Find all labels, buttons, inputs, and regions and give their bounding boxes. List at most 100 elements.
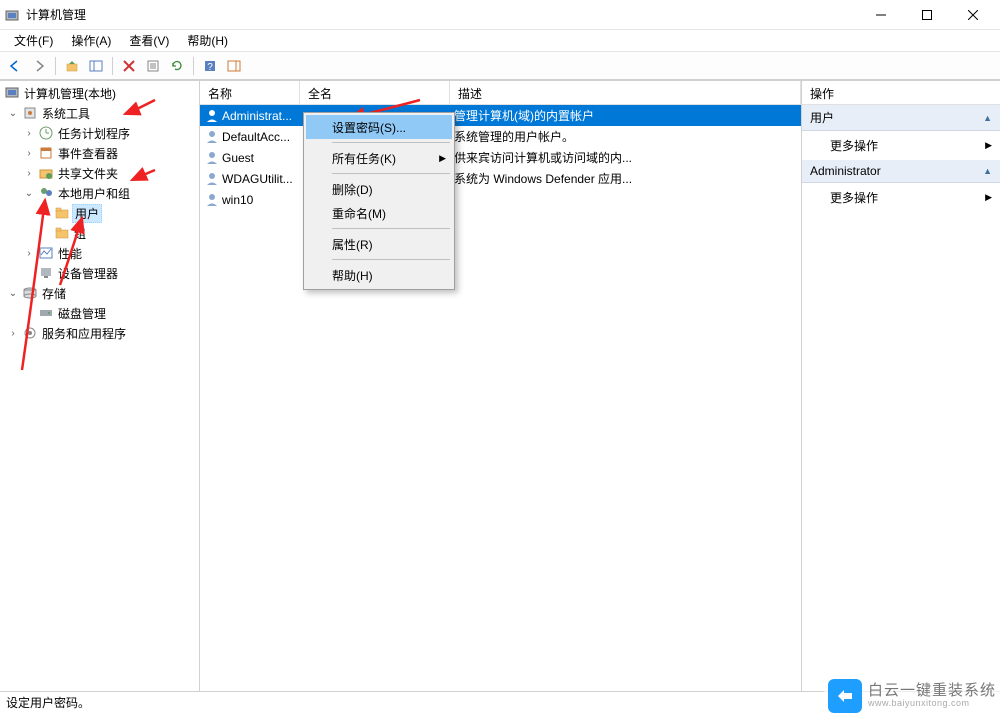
- tree-system-tools[interactable]: ⌄ 系统工具: [0, 103, 199, 123]
- list-row[interactable]: win10: [200, 189, 801, 210]
- close-button[interactable]: [950, 0, 996, 30]
- expand-icon[interactable]: ⌄: [22, 186, 36, 200]
- cm-rename[interactable]: 重命名(M): [306, 201, 452, 225]
- expand-icon[interactable]: ›: [22, 146, 36, 160]
- expand-icon[interactable]: ›: [6, 326, 20, 340]
- actions-pane: 操作 用户 ▲ 更多操作 ▶ Administrator ▲ 更多操作 ▶: [802, 81, 1000, 691]
- expand-icon[interactable]: ⌄: [6, 286, 20, 300]
- tree-root[interactable]: 计算机管理(本地): [0, 83, 199, 103]
- tree-users[interactable]: 用户: [0, 203, 199, 223]
- user-icon: [204, 108, 220, 124]
- back-button[interactable]: [4, 55, 26, 77]
- action-more-administrator[interactable]: 更多操作 ▶: [802, 183, 1000, 212]
- tree-groups[interactable]: 组: [0, 223, 199, 243]
- watermark: 白云一键重装系统 www.baiyunxitong.com: [824, 677, 1000, 715]
- clock-icon: [38, 125, 54, 141]
- submenu-arrow-icon: ▶: [985, 140, 992, 151]
- menu-file[interactable]: 文件(F): [6, 30, 61, 51]
- tree-services-apps[interactable]: › 服务和应用程序: [0, 323, 199, 343]
- tree-performance[interactable]: › 性能: [0, 243, 199, 263]
- user-description: 管理计算机(域)的内置帐户: [450, 107, 801, 124]
- tree-event-viewer[interactable]: › 事件查看器: [0, 143, 199, 163]
- actions-title: 操作: [802, 81, 1000, 105]
- user-name: DefaultAcc...: [222, 130, 290, 144]
- action-group-users[interactable]: 用户 ▲: [802, 105, 1000, 131]
- event-icon: [38, 145, 54, 161]
- user-icon: [204, 192, 220, 208]
- collapse-icon: ▲: [983, 166, 992, 176]
- tree-device-manager[interactable]: 设备管理器: [0, 263, 199, 283]
- expand-icon[interactable]: ›: [22, 166, 36, 180]
- user-description: 供来宾访问计算机或访问域的内...: [450, 149, 801, 166]
- disk-icon: [38, 305, 54, 321]
- titlebar: 计算机管理: [0, 0, 1000, 30]
- help-button[interactable]: ?: [199, 55, 221, 77]
- user-name: win10: [222, 193, 253, 207]
- action-group-administrator[interactable]: Administrator ▲: [802, 160, 1000, 183]
- list-row[interactable]: WDAGUtilit... 系统为 Windows Defender 应用...: [200, 168, 801, 189]
- tree-local-users-groups[interactable]: ⌄ 本地用户和组: [0, 183, 199, 203]
- tree-shared-folders[interactable]: › 共享文件夹: [0, 163, 199, 183]
- user-name: Administrat...: [222, 109, 292, 123]
- expand-icon[interactable]: ›: [22, 246, 36, 260]
- cm-properties[interactable]: 属性(R): [306, 232, 452, 256]
- status-text: 设定用户密码。: [6, 694, 90, 711]
- user-description: 系统为 Windows Defender 应用...: [450, 170, 801, 187]
- cm-set-password[interactable]: 设置密码(S)...: [306, 115, 452, 139]
- user-icon: [204, 171, 220, 187]
- action-more-users[interactable]: 更多操作 ▶: [802, 131, 1000, 160]
- list-row[interactable]: Administrat... 管理计算机(域)的内置帐户: [200, 105, 801, 126]
- device-icon: [38, 265, 54, 281]
- watermark-text: 白云一键重装系统: [868, 683, 996, 700]
- up-button[interactable]: [61, 55, 83, 77]
- list-header: 名称 全名 描述: [200, 81, 801, 105]
- folder-icon: [54, 205, 70, 221]
- tree-task-scheduler[interactable]: › 任务计划程序: [0, 123, 199, 143]
- toolbar: ?: [0, 52, 1000, 80]
- user-name: WDAGUtilit...: [222, 172, 293, 186]
- show-hide-tree-button[interactable]: [85, 55, 107, 77]
- user-icon: [204, 150, 220, 166]
- delete-button[interactable]: [118, 55, 140, 77]
- app-icon: [4, 7, 20, 23]
- submenu-arrow-icon: ▶: [985, 192, 992, 203]
- watermark-logo-icon: [828, 679, 862, 713]
- action-pane-button[interactable]: [223, 55, 245, 77]
- refresh-button[interactable]: [166, 55, 188, 77]
- list-row[interactable]: DefaultAcc... 系统管理的用户帐户。: [200, 126, 801, 147]
- users-icon: [38, 185, 54, 201]
- user-list-pane: 名称 全名 描述 Administrat... 管理计算机(域)的内置帐户 Defa…: [200, 81, 802, 691]
- cm-delete[interactable]: 删除(D): [306, 177, 452, 201]
- window-title: 计算机管理: [26, 6, 858, 23]
- services-icon: [22, 325, 38, 341]
- expand-icon[interactable]: ›: [22, 126, 36, 140]
- menu-help[interactable]: 帮助(H): [179, 30, 236, 51]
- cm-all-tasks[interactable]: 所有任务(K)▶: [306, 146, 452, 170]
- column-fullname[interactable]: 全名: [300, 81, 450, 104]
- user-name: Guest: [222, 151, 254, 165]
- watermark-url: www.baiyunxitong.com: [868, 699, 996, 709]
- minimize-button[interactable]: [858, 0, 904, 30]
- user-description: 系统管理的用户帐户。: [450, 128, 801, 145]
- menu-action[interactable]: 操作(A): [63, 30, 119, 51]
- storage-icon: [22, 285, 38, 301]
- performance-icon: [38, 245, 54, 261]
- list-row[interactable]: Guest 供来宾访问计算机或访问域的内...: [200, 147, 801, 168]
- menubar: 文件(F) 操作(A) 查看(V) 帮助(H): [0, 30, 1000, 52]
- tools-icon: [22, 105, 38, 121]
- cm-help[interactable]: 帮助(H): [306, 263, 452, 287]
- maximize-button[interactable]: [904, 0, 950, 30]
- folder-icon: [54, 225, 70, 241]
- tree-disk-management[interactable]: 磁盘管理: [0, 303, 199, 323]
- column-description[interactable]: 描述: [450, 81, 801, 104]
- menu-view[interactable]: 查看(V): [121, 30, 177, 51]
- computer-icon: [4, 85, 20, 101]
- properties-button[interactable]: [142, 55, 164, 77]
- submenu-arrow-icon: ▶: [439, 153, 446, 164]
- column-name[interactable]: 名称: [200, 81, 300, 104]
- user-icon: [204, 129, 220, 145]
- expand-icon[interactable]: ⌄: [6, 106, 20, 120]
- shared-folder-icon: [38, 165, 54, 181]
- forward-button[interactable]: [28, 55, 50, 77]
- tree-storage[interactable]: ⌄ 存储: [0, 283, 199, 303]
